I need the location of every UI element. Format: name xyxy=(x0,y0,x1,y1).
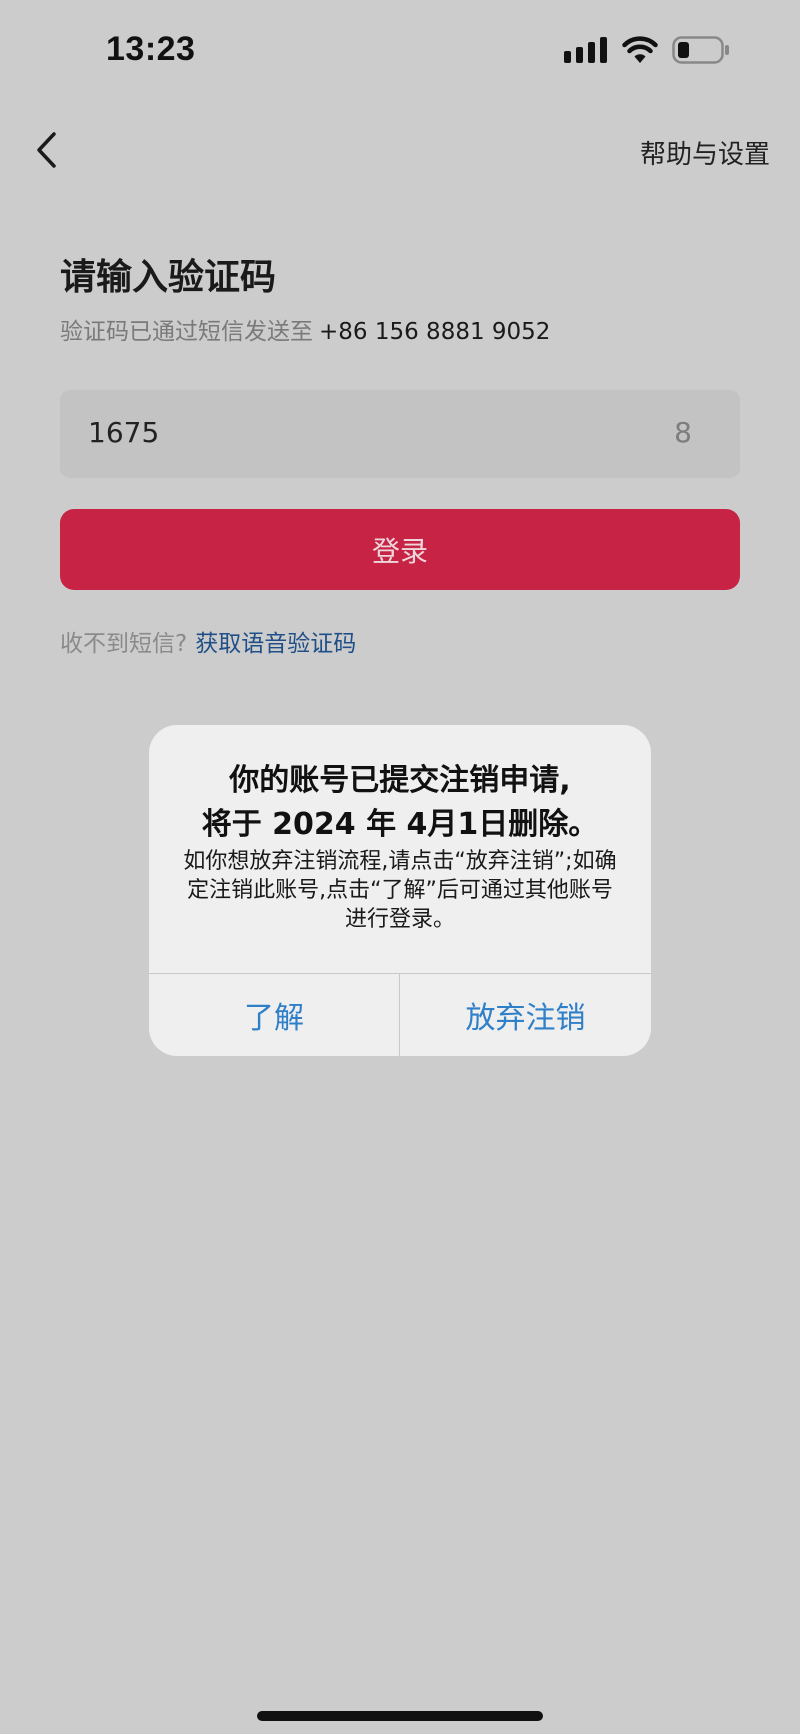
verification-code-input[interactable]: 1675 8 xyxy=(60,390,740,478)
status-icons xyxy=(564,36,730,64)
battery-icon xyxy=(672,36,729,64)
no-sms-help: 收不到短信? 获取语音验证码 xyxy=(60,624,356,658)
code-countdown: 8 xyxy=(674,416,692,449)
home-indicator[interactable] xyxy=(257,1711,543,1721)
no-sms-label: 收不到短信? xyxy=(60,631,188,657)
understand-button[interactable]: 了解 xyxy=(149,974,399,1056)
page-title: 请输入验证码 xyxy=(60,257,277,298)
code-input-value: 1675 xyxy=(88,416,160,449)
back-button[interactable] xyxy=(26,124,66,176)
chevron-left-icon xyxy=(37,132,56,168)
dialog-title: 你的账号已提交注销申请, 将于 2024 年 4月1日删除。 xyxy=(149,759,651,847)
cellular-signal-icon xyxy=(564,37,607,63)
abandon-deletion-button[interactable]: 放弃注销 xyxy=(400,974,651,1056)
dialog-title-line-2: 将于 2024 年 4月1日删除。 xyxy=(201,807,599,842)
wifi-icon xyxy=(622,36,658,63)
dialog-message: 如你想放弃注销流程,请点击“放弃注销”;如确定注销此账号,点击“了解”后可通过其… xyxy=(183,849,617,932)
sms-sent-label: 验证码已通过短信发送至 xyxy=(60,319,313,345)
login-button[interactable]: 登录 xyxy=(60,509,740,590)
status-time: 13:23 xyxy=(106,30,196,68)
phone-number: +86 156 8881 9052 xyxy=(319,319,551,345)
account-deletion-dialog: 你的账号已提交注销申请, 将于 2024 年 4月1日删除。 如你想放弃注销流程… xyxy=(149,725,651,1056)
help-settings-link[interactable]: 帮助与设置 xyxy=(640,134,770,171)
dialog-title-line-1: 你的账号已提交注销申请, xyxy=(229,763,571,798)
sms-sent-info: 验证码已通过短信发送至 +86 156 8881 9052 xyxy=(60,312,550,346)
voice-code-link[interactable]: 获取语音验证码 xyxy=(195,631,356,657)
